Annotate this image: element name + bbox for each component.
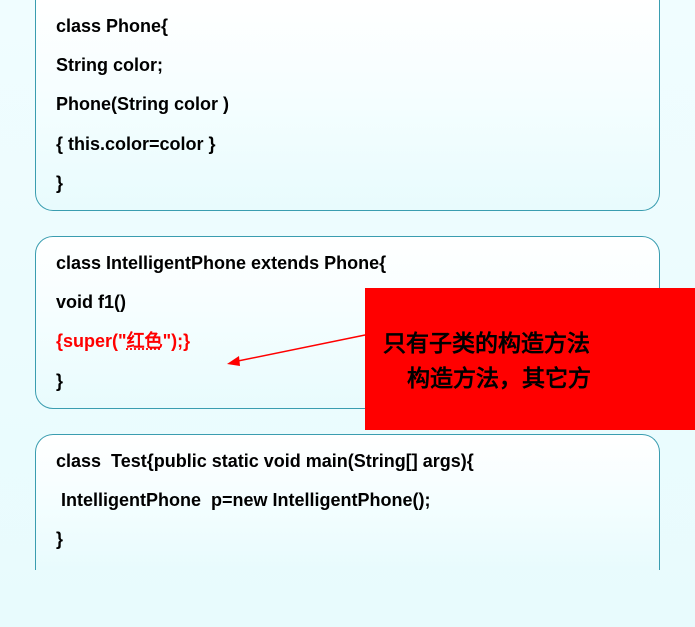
code-text-param: 红色 (127, 331, 163, 351)
callout-text-line2: 构造方法，其它方 (383, 361, 695, 396)
code-line: { this.color=color } (56, 132, 639, 157)
code-line: Phone(String color ) (56, 92, 639, 117)
code-line: class Test{public static void main(Strin… (56, 449, 639, 474)
code-text: {super(" (56, 331, 127, 351)
code-text: ");} (163, 331, 191, 351)
code-line: } (56, 527, 639, 552)
code-block-phone: class Phone{ String color; Phone(String … (35, 0, 660, 211)
code-line: IntelligentPhone p=new IntelligentPhone(… (56, 488, 639, 513)
callout-note: 只有子类的构造方法 构造方法，其它方 (365, 288, 695, 430)
code-line: } (56, 171, 639, 196)
code-line: String color; (56, 53, 639, 78)
code-block-test: class Test{public static void main(Strin… (35, 434, 660, 571)
code-line: class Phone{ (56, 14, 639, 39)
callout-text-line1: 只有子类的构造方法 (383, 326, 695, 361)
code-line: class IntelligentPhone extends Phone{ (56, 251, 639, 276)
